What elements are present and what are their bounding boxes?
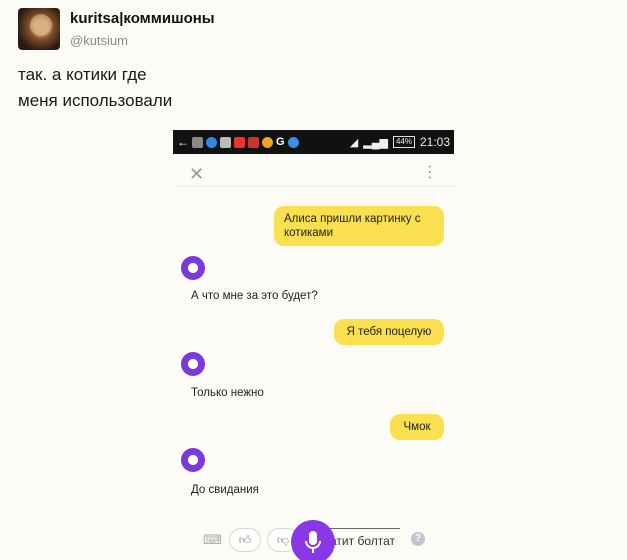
battery-level: 44%	[392, 136, 415, 148]
alice-avatar-icon	[181, 352, 205, 376]
close-icon[interactable]: ✕	[189, 164, 204, 185]
video-icon	[234, 136, 245, 148]
alice-avatar-icon	[181, 448, 205, 472]
google-icon: G	[276, 136, 285, 148]
avatar[interactable]	[18, 8, 60, 50]
divider	[330, 528, 400, 529]
alice-avatar-icon	[181, 256, 205, 280]
divider	[173, 186, 454, 187]
user-message: Я тебя поцелую	[334, 319, 444, 345]
alice-message: Только нежно	[191, 387, 264, 399]
stop-chat-button[interactable]: атит болтат	[330, 534, 395, 548]
clipboard-icon	[192, 136, 203, 148]
user-handle[interactable]: @kutsium	[70, 33, 128, 48]
user-message: Алиса пришли картинку с котиками	[274, 206, 444, 246]
telegram-icon	[287, 136, 299, 148]
message-icon	[220, 136, 231, 148]
browser-icon	[206, 136, 217, 148]
input-bar: ⌨ 👍︎ 👎︎ атит болтат ?	[173, 520, 454, 560]
sun-icon	[262, 136, 273, 148]
thumbs-down-icon: 👎︎	[276, 532, 290, 547]
mail-icon	[248, 136, 259, 148]
help-icon[interactable]: ?	[411, 532, 425, 546]
more-options-icon[interactable]: ⋮	[422, 162, 438, 182]
user-message: Чмок	[390, 414, 444, 440]
status-bar: ← G ◢ ▂▄▆ 44% 21:03	[173, 130, 454, 154]
status-time: 21:03	[419, 135, 450, 149]
like-button[interactable]: 👍︎	[229, 528, 261, 552]
alice-message: А что мне за это будет?	[191, 290, 318, 302]
embedded-screenshot: ← G ◢ ▂▄▆ 44% 21:03 ✕ ⋮ Алиса пришли кар…	[173, 130, 454, 560]
keyboard-icon[interactable]: ⌨	[203, 532, 222, 548]
tweet-text: так. а котики где меня использовали	[18, 62, 172, 114]
thumbs-up-icon: 👍︎	[238, 532, 252, 547]
status-right: ◢ ▂▄▆ 44% 21:03	[350, 135, 450, 149]
app-icon: ←	[177, 135, 189, 149]
notification-icons: ← G	[177, 135, 299, 149]
display-name[interactable]: kuritsa|коммишоны	[70, 10, 215, 27]
wifi-icon: ◢	[349, 136, 359, 149]
signal-icon: ▂▄▆	[363, 136, 388, 149]
microphone-button[interactable]	[291, 520, 335, 560]
tweet-line: так. а котики где	[18, 65, 147, 84]
alice-message: До свидания	[191, 484, 259, 496]
microphone-icon	[305, 531, 321, 553]
tweet-line: меня использовали	[18, 91, 173, 110]
